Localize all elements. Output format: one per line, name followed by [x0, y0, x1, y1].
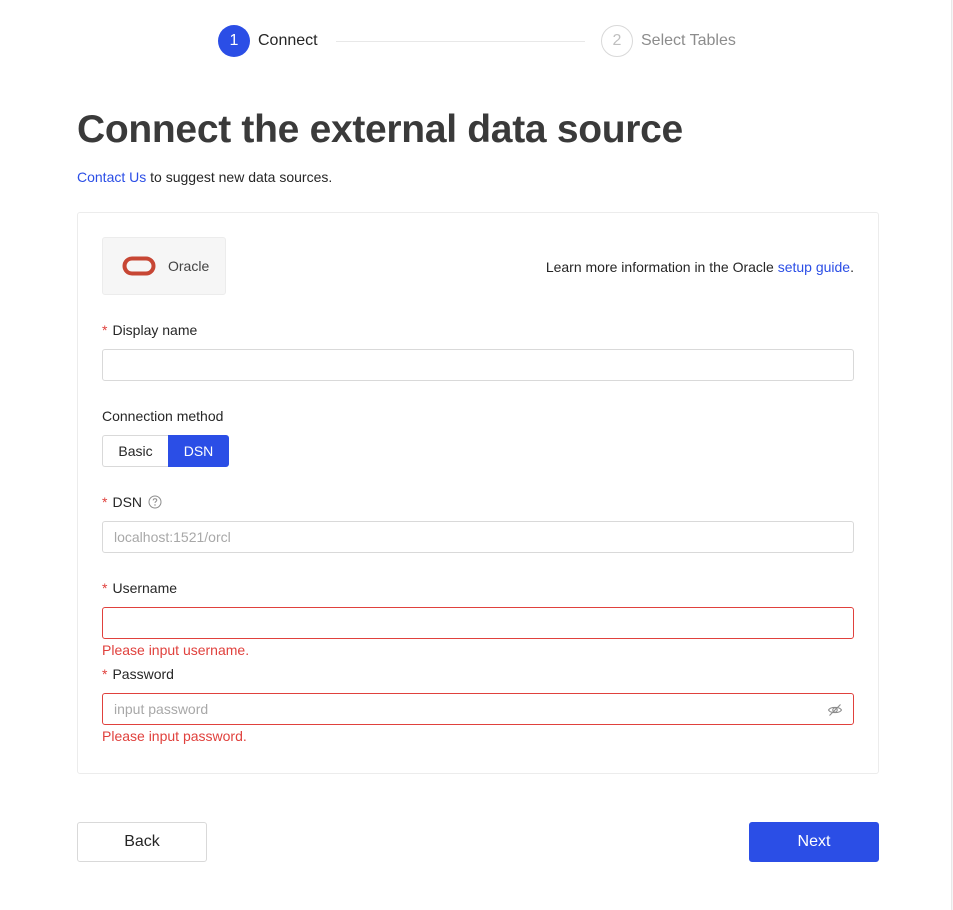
dsn-input[interactable]: localhost:1521/orcl [102, 521, 854, 553]
page: 1 Connect 2 Select Tables Connect the ex… [0, 0, 952, 910]
connection-method-toggle: Basic DSN [102, 435, 229, 467]
step-connector [336, 41, 585, 42]
password-label-text: Password [112, 666, 174, 682]
required-mark: * [102, 666, 108, 682]
connection-method-dsn-button[interactable]: DSN [168, 435, 229, 467]
setup-guide-suffix: . [850, 259, 854, 275]
question-circle-icon[interactable] [148, 495, 162, 509]
step-number: 2 [601, 25, 633, 57]
display-name-label-text: Display name [112, 322, 198, 338]
username-error: Please input username. [102, 642, 250, 658]
data-source-name: Oracle [168, 258, 210, 274]
step-select-tables[interactable]: 2 Select Tables [601, 25, 736, 57]
connection-method-label-text: Connection method [102, 408, 224, 424]
stepper: 1 Connect 2 Select Tables [218, 25, 758, 59]
contact-us-link[interactable]: Contact Us [77, 169, 146, 185]
next-button[interactable]: Next [749, 822, 879, 862]
password-placeholder: input password [114, 701, 209, 717]
data-source-badge: Oracle [102, 237, 226, 295]
dsn-label: * DSN [102, 494, 162, 510]
username-label-text: Username [112, 580, 178, 596]
display-name-input[interactable] [102, 349, 854, 381]
page-subtitle: Contact Us to suggest new data sources. [77, 169, 332, 185]
dsn-placeholder: localhost:1521/orcl [114, 529, 231, 545]
connection-method-basic-button[interactable]: Basic [102, 435, 168, 467]
step-connect[interactable]: 1 Connect [218, 25, 318, 57]
setup-guide-link[interactable]: setup guide [778, 259, 850, 275]
oracle-logo-icon [122, 256, 156, 276]
password-input[interactable]: input password [102, 693, 854, 725]
setup-guide-note: Learn more information in the Oracle set… [546, 259, 854, 275]
connection-form-card: Oracle Learn more information in the Ora… [77, 212, 879, 774]
username-input[interactable] [102, 607, 854, 639]
page-title: Connect the external data source [77, 108, 683, 151]
password-error: Please input password. [102, 728, 247, 744]
username-label: * Username [102, 580, 177, 596]
back-button[interactable]: Back [77, 822, 207, 862]
required-mark: * [102, 322, 108, 338]
required-mark: * [102, 494, 108, 510]
setup-guide-prefix: Learn more information in the Oracle [545, 259, 778, 275]
connection-method-label: Connection method [102, 408, 223, 424]
eye-invisible-icon[interactable] [827, 702, 843, 718]
dsn-label-text: DSN [112, 494, 143, 510]
required-mark: * [102, 580, 108, 596]
display-name-label: * Display name [102, 322, 197, 338]
step-title: Select Tables [641, 32, 736, 49]
password-label: * Password [102, 666, 174, 682]
subtitle-text: to suggest new data sources. [146, 169, 333, 185]
step-number: 1 [218, 25, 250, 57]
step-title: Connect [258, 32, 318, 49]
